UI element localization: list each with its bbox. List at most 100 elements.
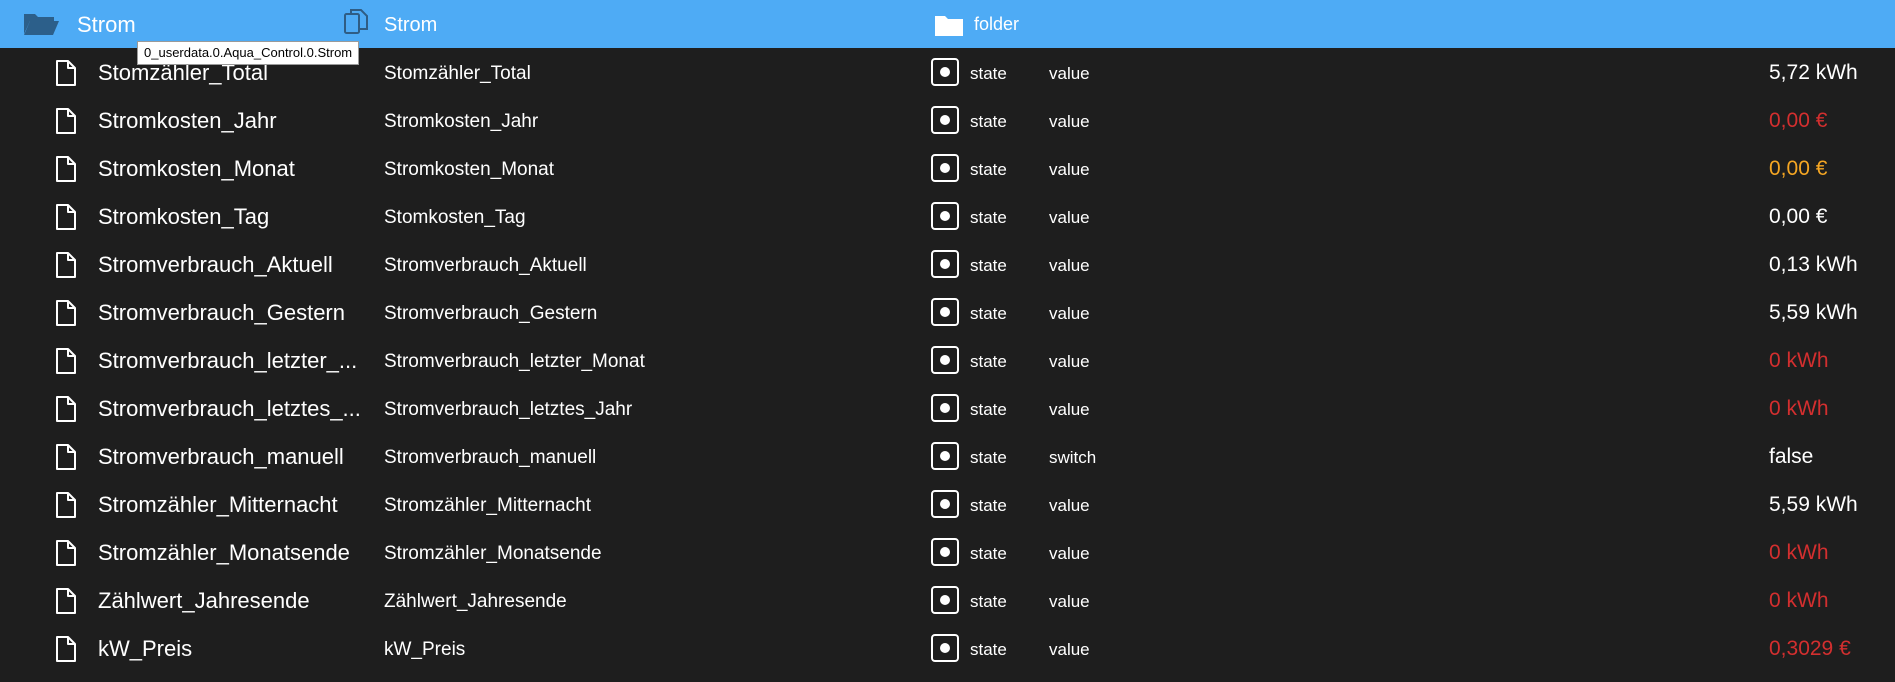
object-name: Stromverbrauch_manuell [384, 447, 597, 468]
object-type: state [970, 112, 1007, 131]
object-row[interactable]: Zählwert_Jahresende Zählwert_Jahresende st… [0, 577, 1895, 625]
folder-type: folder [974, 14, 1020, 34]
object-name: Stromkosten_Monat [384, 159, 555, 180]
object-row[interactable]: Stromverbrauch_letzter_... Stromverbrauch… [0, 337, 1895, 385]
object-value[interactable]: 0 kWh [1769, 397, 1829, 421]
object-role: value [1049, 640, 1090, 659]
file-icon [55, 491, 77, 524]
object-row[interactable]: Stromverbrauch_letztes_... Stromverbrauch… [0, 385, 1895, 433]
file-icon [55, 443, 77, 476]
object-type: state [970, 304, 1007, 323]
state-icon [931, 58, 959, 86]
object-type: state [970, 544, 1007, 563]
object-row[interactable]: Stromverbrauch_Gestern Stromverbrauch_Ges… [0, 289, 1895, 337]
object-type: state [970, 496, 1007, 515]
object-name: Stromverbrauch_Gestern [384, 303, 598, 324]
object-name: Stromverbrauch_letztes_Jahr [384, 399, 633, 420]
object-name: Stomzähler_Total [384, 63, 531, 84]
state-icon [931, 298, 959, 326]
object-row[interactable]: kW_Preis kW_Preis state value 0,3029 € [0, 625, 1895, 673]
object-name: Stomkosten_Tag [384, 207, 526, 228]
object-type: state [970, 208, 1007, 227]
object-role: value [1049, 208, 1090, 227]
object-row[interactable]: Stromkosten_Jahr Stromkosten_Jahr state val… [0, 97, 1895, 145]
object-role: value [1049, 400, 1090, 419]
state-icon [931, 634, 959, 662]
object-row[interactable]: Stromzähler_Monatsende Stromzähler_Monats… [0, 529, 1895, 577]
object-row[interactable]: Stromkosten_Monat Stromkosten_Monat state v… [0, 145, 1895, 193]
object-type: state [970, 256, 1007, 275]
object-type: state [970, 160, 1007, 179]
object-type: state [970, 592, 1007, 611]
object-role: value [1049, 256, 1090, 275]
state-icon [931, 250, 959, 278]
object-id: Zählwert_Jahresende [98, 588, 310, 613]
object-name: Stromverbrauch_letzter_Monat [384, 351, 645, 372]
object-name: Stromverbrauch_Aktuell [384, 255, 587, 276]
copy-icon[interactable] [343, 8, 369, 43]
object-id: Stromkosten_Monat [98, 156, 295, 181]
state-icon [931, 346, 959, 374]
file-icon [55, 395, 77, 428]
object-browser: Strom Strom folder 0_userdata.0.Aqua_Con… [0, 0, 1895, 682]
object-role: value [1049, 160, 1090, 179]
object-value[interactable]: 0 kWh [1769, 589, 1829, 613]
object-value[interactable]: 0,00 € [1769, 157, 1827, 181]
object-id: Stromkosten_Tag [98, 204, 270, 229]
object-value[interactable]: 5,72 kWh [1769, 61, 1858, 85]
object-id: Stromverbrauch_Aktuell [98, 252, 333, 277]
object-role: value [1049, 304, 1090, 323]
folder-name: Strom [384, 14, 438, 36]
folder-icon [934, 13, 964, 42]
file-icon [55, 587, 77, 620]
state-icon [931, 202, 959, 230]
object-value[interactable]: 0,13 kWh [1769, 253, 1858, 277]
object-path-tooltip: 0_userdata.0.Aqua_Control.0.Strom [137, 41, 360, 65]
file-icon [55, 251, 77, 284]
object-value[interactable]: false [1769, 445, 1813, 469]
object-id: Stromverbrauch_letztes_... [98, 396, 361, 421]
object-id: kW_Preis [98, 636, 193, 661]
object-value[interactable]: 0,00 € [1769, 205, 1827, 229]
object-id: Stromverbrauch_letzter_... [98, 348, 358, 373]
file-icon [55, 299, 77, 332]
object-role: value [1049, 544, 1090, 563]
object-type: state [970, 64, 1007, 83]
object-id: Stromzähler_Mitternacht [98, 492, 338, 517]
object-row[interactable]: Stromkosten_Tag Stomkosten_Tag state value 0… [0, 193, 1895, 241]
object-id: Stromverbrauch_manuell [98, 444, 344, 469]
object-role: value [1049, 592, 1090, 611]
state-icon [931, 106, 959, 134]
state-icon [931, 442, 959, 470]
object-name: kW_Preis [384, 639, 466, 660]
object-role: value [1049, 64, 1090, 83]
object-id: Stromverbrauch_Gestern [98, 300, 345, 325]
object-value[interactable]: 0,3029 € [1769, 637, 1851, 661]
folder-id: Strom [77, 12, 136, 37]
file-icon [55, 347, 77, 380]
object-value[interactable]: 0,00 € [1769, 109, 1827, 133]
file-icon [55, 539, 77, 572]
object-name: Stromkosten_Jahr [384, 111, 539, 132]
object-role: value [1049, 496, 1090, 515]
object-name: Zählwert_Jahresende [384, 591, 567, 612]
folder-open-icon[interactable] [22, 10, 60, 43]
object-row[interactable]: Stromverbrauch_manuell Stromverbrauch_man… [0, 433, 1895, 481]
object-value[interactable]: 0 kWh [1769, 349, 1829, 373]
state-icon [931, 538, 959, 566]
object-role: switch [1049, 448, 1097, 467]
object-value[interactable]: 5,59 kWh [1769, 493, 1858, 517]
object-row[interactable]: Stromzähler_Mitternacht Stromzähler_Mitte… [0, 481, 1895, 529]
object-role: value [1049, 112, 1090, 131]
object-role: value [1049, 352, 1090, 371]
file-icon [55, 59, 77, 92]
object-value[interactable]: 0 kWh [1769, 541, 1829, 565]
object-name: Stromzähler_Mitternacht [384, 495, 591, 516]
object-value[interactable]: 5,59 kWh [1769, 301, 1858, 325]
state-icon [931, 394, 959, 422]
object-row[interactable]: Stromverbrauch_Aktuell Stromverbrauch_Akt… [0, 241, 1895, 289]
file-icon [55, 155, 77, 188]
file-icon [55, 107, 77, 140]
state-icon [931, 154, 959, 182]
object-name: Stromzähler_Monatsende [384, 543, 602, 564]
